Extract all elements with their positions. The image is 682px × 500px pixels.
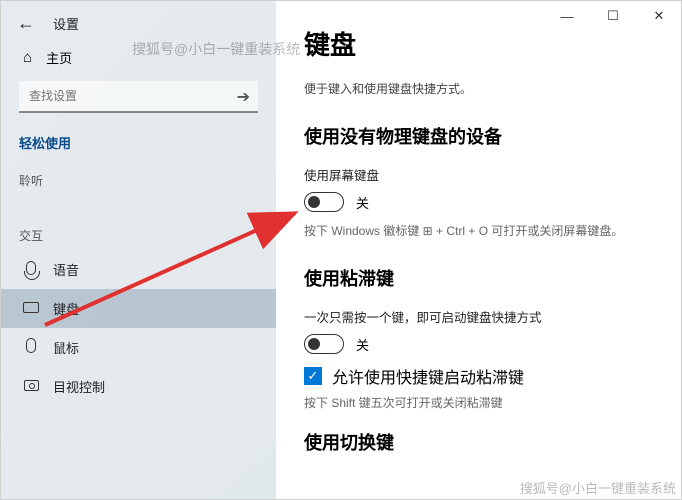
- sidebar-item-label: 语音: [53, 260, 79, 279]
- sidebar-item-label: 鼠标: [53, 338, 79, 357]
- osk-toggle[interactable]: [304, 192, 344, 212]
- group-hearing: 聆听: [1, 162, 276, 195]
- sidebar: ← 设置 ⌂ 主页 ➔ 轻松使用 聆听 交互 语音 键盘 鼠标 目视控制: [1, 1, 276, 499]
- sidebar-item-speech[interactable]: 语音: [1, 250, 276, 289]
- toggle-state: 关: [356, 335, 369, 354]
- home-icon: ⌂: [23, 49, 32, 66]
- search-input[interactable]: [19, 81, 258, 113]
- group-interaction: 交互: [1, 217, 276, 250]
- toggle-label: 使用屏幕键盘: [304, 165, 653, 184]
- sidebar-item-label: 键盘: [53, 299, 79, 318]
- sidebar-item-eye-control[interactable]: 目视控制: [1, 367, 276, 406]
- category-heading: 轻松使用: [1, 127, 276, 162]
- section-heading: 使用切换键: [304, 429, 653, 455]
- keyboard-icon: [23, 300, 39, 317]
- hint-text: 按下 Windows 徽标键 ⊞ + Ctrl + O 可打开或关闭屏幕键盘。: [304, 222, 653, 239]
- page-subtitle: 便于键入和使用键盘快捷方式。: [304, 80, 653, 97]
- sidebar-item-keyboard[interactable]: 键盘: [1, 289, 276, 328]
- back-button[interactable]: ←: [17, 13, 35, 34]
- checkbox-label: 允许使用快捷键启动粘滞键: [332, 364, 524, 388]
- window-controls: — ☐ ✕: [544, 0, 682, 32]
- stickykeys-toggle[interactable]: [304, 334, 344, 354]
- hint-text: 按下 Shift 键五次可打开或关闭粘滞键: [304, 394, 653, 411]
- home-label: 主页: [46, 48, 72, 67]
- window-title: 设置: [53, 14, 79, 33]
- eye-control-icon: [23, 378, 39, 395]
- section-heading: 使用没有物理键盘的设备: [304, 123, 653, 149]
- maximize-button[interactable]: ☐: [590, 0, 636, 32]
- close-button[interactable]: ✕: [636, 0, 682, 32]
- minimize-button[interactable]: —: [544, 0, 590, 32]
- toggle-label: 一次只需按一个键，即可启动键盘快捷方式: [304, 307, 653, 326]
- shortcut-checkbox[interactable]: ✓: [304, 367, 322, 385]
- sidebar-item-label: 目视控制: [53, 377, 105, 396]
- search-icon[interactable]: ➔: [237, 87, 250, 107]
- toggle-state: 关: [356, 193, 369, 212]
- mouse-icon: [23, 338, 39, 357]
- microphone-icon: [23, 261, 39, 279]
- section-heading: 使用粘滞键: [304, 265, 653, 291]
- home-nav[interactable]: ⌂ 主页: [1, 38, 276, 73]
- content-pane: 键盘 便于键入和使用键盘快捷方式。 使用没有物理键盘的设备 使用屏幕键盘 关 按…: [276, 1, 681, 499]
- sidebar-item-mouse[interactable]: 鼠标: [1, 328, 276, 367]
